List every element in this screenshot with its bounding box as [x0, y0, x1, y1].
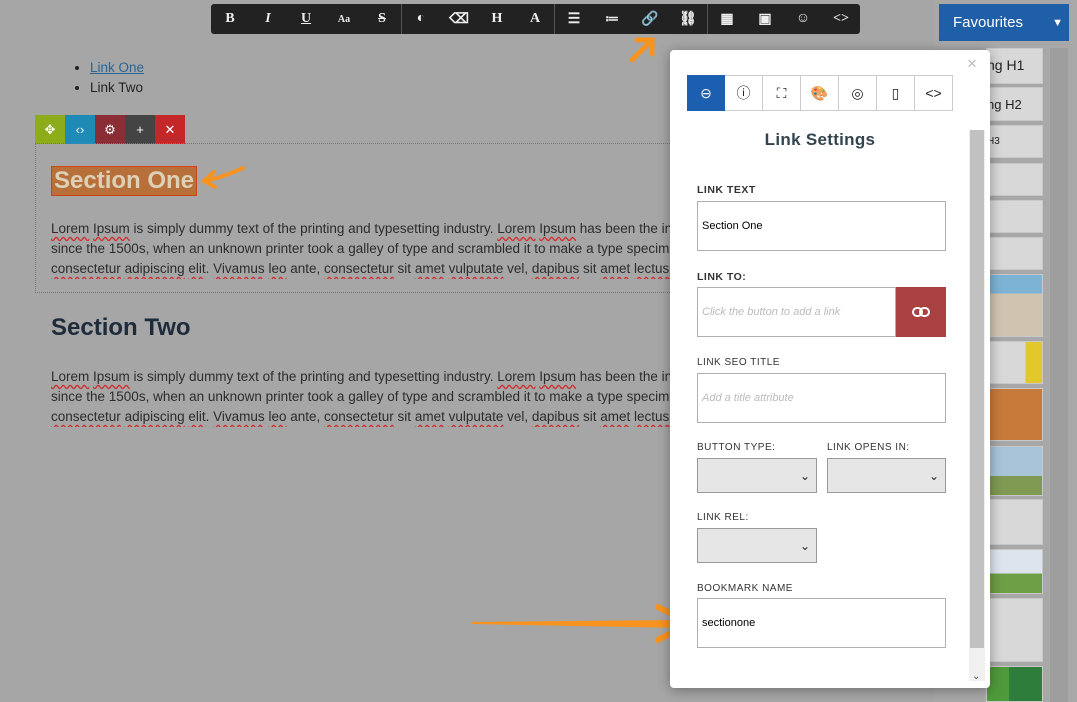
favourite-item[interactable]	[986, 163, 1043, 196]
seo-title-label: LINK SEO TITLE	[697, 357, 780, 368]
tab-link[interactable]: ⊖	[687, 75, 725, 111]
add-link-button[interactable]	[896, 287, 946, 337]
tab-info[interactable]: ⓘ	[725, 75, 763, 111]
favourite-item[interactable]	[986, 598, 1043, 662]
chevron-down-icon: ⌄	[928, 468, 939, 483]
link-rel-select[interactable]: ⌄	[697, 528, 817, 563]
tab-aperture[interactable]: ◎	[839, 75, 877, 111]
favourite-item[interactable]: ng H1	[986, 48, 1043, 84]
code-icon: <>	[925, 85, 942, 101]
modal-tabs: ⊖ ⓘ ⛶ 🎨 ◎ ▯ <>	[687, 75, 953, 111]
seo-title-placeholder: Add a title attribute	[702, 392, 794, 404]
palette-icon: 🎨	[810, 84, 829, 101]
favourites-dropdown[interactable]: Favourites ▼	[939, 4, 1069, 41]
link-icon	[912, 307, 930, 317]
bookmark-value: sectionone	[702, 617, 756, 629]
link-rel-label: LINK REL:	[697, 512, 749, 523]
favourite-item[interactable]	[986, 274, 1043, 337]
favourites-label: Favourites	[953, 14, 1024, 31]
tab-palette[interactable]: 🎨	[801, 75, 839, 111]
tab-code[interactable]: <>	[915, 75, 953, 111]
link-text-input[interactable]: Section One	[697, 201, 946, 251]
chevron-down-icon: ▼	[1052, 16, 1063, 29]
favourites-scrollbar[interactable]	[1050, 48, 1068, 702]
modal-title: Link Settings	[764, 130, 876, 149]
link-text-label: LINK TEXT	[697, 184, 756, 196]
tab-fullscreen[interactable]: ⛶	[763, 75, 801, 111]
favourite-item[interactable]: ng H2	[986, 87, 1043, 121]
button-type-select[interactable]: ⌄	[697, 458, 817, 493]
mobile-icon: ▯	[891, 84, 900, 101]
link-settings-modal: × ⊖ ⓘ ⛶ 🎨 ◎ ▯ <> Link Settings LINK TEXT Secti…	[670, 50, 990, 688]
seo-title-input[interactable]: Add a title attribute	[697, 373, 946, 423]
info-icon: ⓘ	[736, 85, 751, 101]
link-to-label: LINK TO:	[697, 271, 747, 283]
arrow-heading	[200, 166, 245, 189]
favourite-item[interactable]	[986, 237, 1043, 270]
scroll-thumb[interactable]	[970, 130, 984, 648]
favourite-item[interactable]	[986, 200, 1043, 233]
button-type-label: BUTTON TYPE:	[697, 442, 776, 453]
favourite-item[interactable]	[986, 388, 1043, 441]
opens-in-label: LINK OPENS IN:	[827, 442, 910, 453]
chevron-down-icon: ⌄	[799, 468, 810, 483]
favourite-item[interactable]: H3	[986, 125, 1043, 158]
favourite-item[interactable]	[986, 549, 1043, 594]
link-to-placeholder: Click the button to add a link	[702, 306, 841, 318]
favourite-item[interactable]	[986, 666, 1043, 702]
link-to-input[interactable]: Click the button to add a link	[697, 287, 896, 337]
tab-mobile[interactable]: ▯	[877, 75, 915, 111]
favourite-item[interactable]	[986, 446, 1043, 496]
bookmark-label: BOOKMARK NAME	[697, 583, 793, 594]
chevron-down-icon: ⌄	[799, 538, 810, 553]
bookmark-input[interactable]: sectionone	[697, 598, 946, 648]
arrow-bookmark	[472, 604, 693, 643]
opens-in-select[interactable]: ⌄	[827, 458, 946, 493]
fullscreen-icon: ⛶	[776, 84, 787, 101]
link-icon: ⊖	[700, 84, 712, 101]
modal-scrollbar[interactable]	[969, 130, 985, 681]
link-text-value: Section One	[702, 220, 763, 232]
favourite-item[interactable]	[986, 341, 1043, 384]
aperture-icon: ◎	[851, 84, 864, 101]
close-icon[interactable]: ×	[967, 54, 977, 74]
arrow-toolbar	[629, 37, 655, 63]
scroll-down-icon[interactable]: ⌄	[972, 671, 980, 682]
favourite-item[interactable]	[986, 499, 1043, 545]
